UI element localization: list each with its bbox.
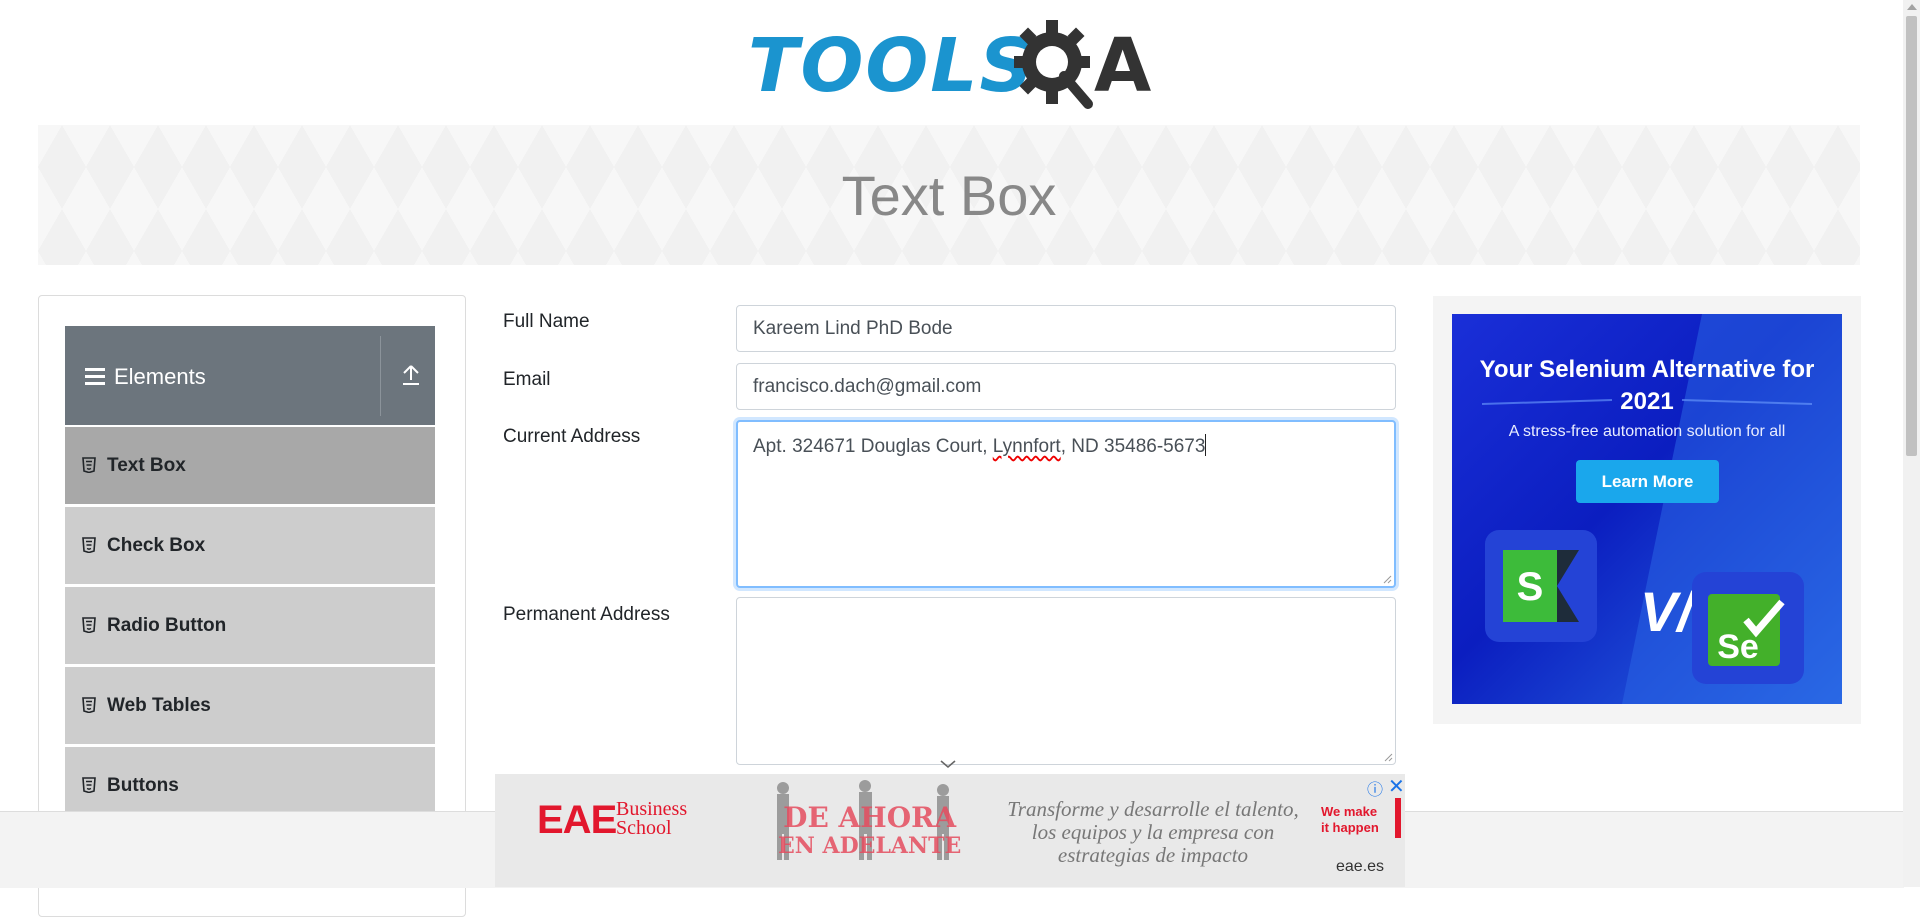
katalon-logo-icon: S — [1503, 550, 1579, 622]
html5-icon — [82, 537, 96, 553]
text-caret — [1205, 434, 1207, 456]
sidebar-item-label: Text Box — [107, 455, 186, 476]
red-accent-bar — [1395, 798, 1401, 838]
selenium-alternative-ad[interactable]: Your Selenium Alternative for 2021 A str… — [1452, 314, 1842, 704]
learn-more-button[interactable]: Learn More — [1576, 460, 1719, 503]
svg-text:S: S — [1517, 565, 1544, 609]
divider — [380, 336, 381, 416]
ad-tagline: We make it happen — [1321, 804, 1379, 835]
resize-grip-icon[interactable] — [1383, 752, 1393, 762]
close-ad-button[interactable]: ✕ — [1388, 774, 1405, 799]
right-logo-tile: Se — [1692, 572, 1804, 684]
sidebar-group-elements[interactable]: Elements — [65, 326, 435, 425]
resize-grip-icon[interactable] — [1382, 574, 1392, 584]
eae-bottom-ad[interactable]: EAE Business School DE AHORA EN ADELANTE… — [495, 774, 1405, 887]
selenium-logo-icon: Se — [1708, 594, 1785, 666]
sidebar-item-text-box[interactable]: Text Box — [65, 426, 435, 504]
html5-icon — [82, 617, 96, 633]
ad-subtext: A stress-free automation solution for al… — [1508, 423, 1786, 440]
email-label: Email — [503, 369, 551, 390]
ad-domain: eae.es — [1336, 858, 1385, 875]
collapse-up-icon[interactable] — [399, 362, 423, 388]
permanent-address-label: Permanent Address — [503, 604, 670, 625]
left-logo-tile: S — [1485, 530, 1597, 642]
html5-icon — [82, 777, 96, 793]
sidebar-item-check-box[interactable]: Check Box — [65, 506, 435, 584]
eae-logo: EAE — [537, 798, 617, 842]
html5-icon — [82, 697, 96, 713]
full-name-label: Full Name — [503, 311, 590, 332]
sidebar-item-web-tables[interactable]: Web Tables — [65, 666, 435, 744]
current-address-textarea[interactable]: Apt. 324671 Douglas Court, Lynnfort, ND … — [736, 420, 1396, 588]
eae-school-text: Business School — [616, 798, 688, 839]
chevron-down-icon[interactable] — [939, 758, 957, 770]
html5-icon — [82, 457, 96, 473]
scroll-up-arrow-icon[interactable] — [1907, 4, 1917, 10]
sidebar-item-radio-button[interactable]: Radio Button — [65, 586, 435, 664]
email-value: francisco.dach@gmail.com — [753, 376, 982, 397]
page-banner: Text Box — [38, 125, 1860, 265]
full-name-value: Kareem Lind PhD Bode — [753, 318, 953, 339]
sidebar-group-title: Elements — [114, 364, 206, 389]
ad-headline: Your Selenium Alternative for 2021 — [1479, 356, 1815, 415]
adchoices-icon[interactable]: ⓘ — [1367, 776, 1383, 800]
sidebar-item-label: Web Tables — [107, 695, 211, 716]
ad-slogan: Transforme y desarrolle el talento, los … — [1007, 797, 1299, 867]
misspelled-word: Lynnfort — [992, 436, 1061, 457]
logo-text: TOOLS — [748, 23, 1035, 109]
permanent-address-textarea[interactable] — [736, 597, 1396, 765]
sidebar-item-label: Check Box — [107, 535, 206, 556]
sidebar-item-label: Radio Button — [107, 615, 227, 636]
email-input[interactable]: francisco.dach@gmail.com — [736, 363, 1396, 410]
full-name-input[interactable]: Kareem Lind PhD Bode — [736, 305, 1396, 352]
svg-text:Se: Se — [1717, 628, 1759, 666]
current-address-label: Current Address — [503, 426, 641, 447]
page-title: Text Box — [841, 164, 1057, 227]
toolsqa-logo[interactable]: TOOLS A — [748, 18, 1154, 114]
sidebar-item-label: Buttons — [107, 775, 179, 796]
vertical-scrollbar[interactable] — [1903, 0, 1920, 887]
hamburger-icon — [85, 368, 105, 386]
campaign-text: DE AHORA EN ADELANTE — [778, 801, 962, 860]
logo-suffix: A — [1094, 23, 1152, 109]
scroll-thumb[interactable] — [1906, 16, 1917, 456]
current-address-value: Apt. 324671 Douglas Court, Lynnfort, ND … — [753, 434, 1207, 457]
